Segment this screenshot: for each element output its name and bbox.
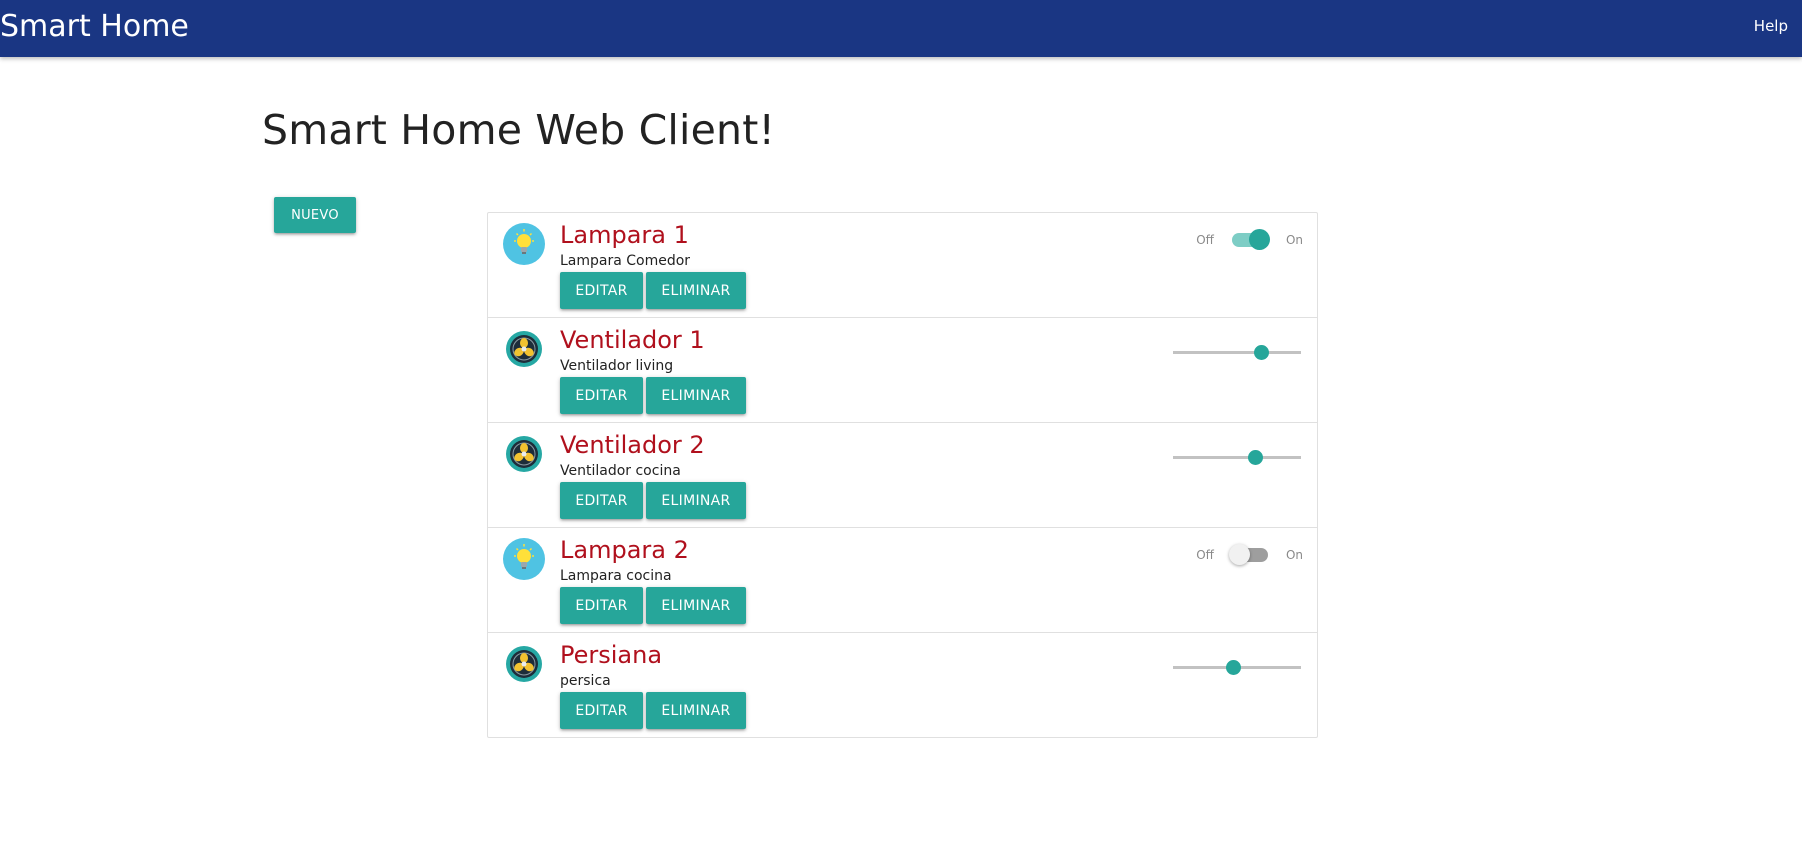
speed-slider[interactable] [1173,660,1301,675]
device-list: Lampara 1 Lampara Comedor EDITAR ELIMINA… [487,212,1318,738]
device-description: persica [560,673,611,689]
device-name: Lampara 1 [560,221,689,249]
switch-lever[interactable] [1228,544,1268,565]
power-switch[interactable]: Off On [1196,229,1303,250]
power-switch[interactable]: Off On [1196,544,1303,565]
switch-knob [1248,229,1270,250]
new-device-button[interactable]: NUEVO [274,197,356,233]
device-item: Persiana persica EDITAR ELIMINAR [488,633,1317,737]
device-description: Ventilador cocina [560,463,681,479]
device-item: Lampara 1 Lampara Comedor EDITAR ELIMINA… [488,213,1317,318]
switch-off-label: Off [1196,548,1214,562]
device-item: Ventilador 1 Ventilador living EDITAR EL… [488,318,1317,423]
lightbulb-icon [503,538,545,580]
switch-off-label: Off [1196,233,1214,247]
edit-button[interactable]: EDITAR [560,482,643,519]
top-navbar: Smart Home Help [0,0,1802,57]
fan-icon [503,433,545,475]
edit-button[interactable]: EDITAR [560,587,643,624]
device-name: Persiana [560,641,663,669]
lightbulb-icon [503,223,545,265]
device-name: Ventilador 1 [560,326,705,354]
delete-button[interactable]: ELIMINAR [646,377,746,414]
edit-button[interactable]: EDITAR [560,272,643,309]
speed-slider[interactable] [1173,345,1301,360]
slider-thumb[interactable] [1226,660,1242,675]
delete-button[interactable]: ELIMINAR [646,272,746,309]
switch-knob [1228,544,1250,565]
delete-button[interactable]: ELIMINAR [646,482,746,519]
device-item: Lampara 2 Lampara cocina EDITAR ELIMINAR… [488,528,1317,633]
page-title: Smart Home Web Client! [262,106,776,154]
device-name: Ventilador 2 [560,431,705,459]
device-description: Lampara cocina [560,568,672,584]
device-description: Lampara Comedor [560,253,691,269]
delete-button[interactable]: ELIMINAR [646,692,746,729]
edit-button[interactable]: EDITAR [560,377,643,414]
switch-lever[interactable] [1231,229,1270,250]
brand-logo[interactable]: Smart Home [0,9,189,44]
delete-button[interactable]: ELIMINAR [646,587,746,624]
switch-on-label: On [1285,233,1303,247]
slider-thumb[interactable] [1254,345,1270,360]
slider-thumb[interactable] [1247,450,1263,465]
device-item: Ventilador 2 Ventilador cocina EDITAR EL… [488,423,1317,528]
fan-icon [503,328,545,370]
speed-slider[interactable] [1173,450,1301,465]
edit-button[interactable]: EDITAR [560,692,643,729]
device-name: Lampara 2 [560,536,689,564]
help-link[interactable]: Help [1754,17,1788,35]
fan-icon [503,643,545,685]
device-description: Ventilador living [560,358,674,374]
switch-on-label: On [1285,548,1303,562]
